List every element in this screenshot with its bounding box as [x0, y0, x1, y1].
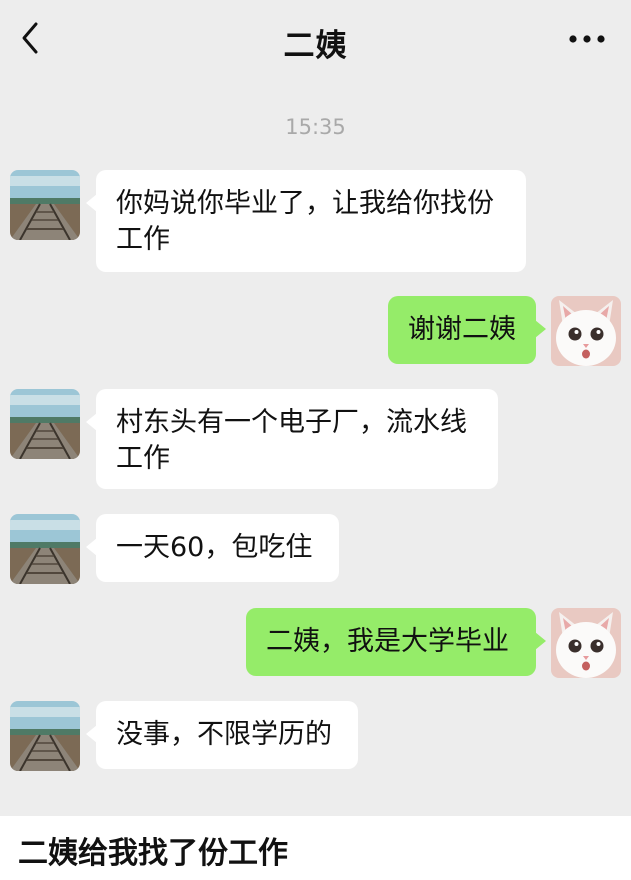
my-avatar[interactable]: [551, 608, 621, 678]
railway-landscape-avatar-image: [10, 701, 80, 771]
chat-header: 二姨: [0, 0, 631, 78]
aunt-avatar[interactable]: [10, 701, 80, 771]
white-cat-avatar-image: [551, 608, 621, 678]
incoming-message-bubble[interactable]: 一天60，包吃住: [86, 514, 339, 582]
caption-text: 二姨给我找了份工作: [18, 836, 288, 871]
outgoing-message-bubble[interactable]: 二姨，我是大学毕业: [246, 608, 546, 676]
white-cat-avatar-image: [551, 296, 621, 366]
my-avatar[interactable]: [551, 296, 621, 366]
more-options-button[interactable]: [565, 26, 609, 52]
message-timestamp: 15:35: [285, 115, 346, 139]
incoming-message-bubble[interactable]: 没事，不限学历的: [86, 701, 358, 769]
message-text: 你妈说你毕业了，让我给你找份工作: [116, 188, 494, 255]
aunt-avatar[interactable]: [10, 170, 80, 240]
message-text: 村东头有一个电子厂，流水线工作: [116, 407, 467, 474]
caption-panel: 二姨给我找了份工作: [0, 816, 631, 880]
outgoing-message-bubble[interactable]: 谢谢二姨: [388, 296, 546, 364]
message-text: 谢谢二姨: [408, 314, 516, 345]
railway-landscape-avatar-image: [10, 514, 80, 584]
message-text: 一天60，包吃住: [116, 532, 313, 563]
railway-landscape-avatar-image: [10, 389, 80, 459]
railway-landscape-avatar-image: [10, 170, 80, 240]
chat-title: 二姨: [283, 28, 348, 64]
ellipsis-icon: [569, 35, 605, 43]
aunt-avatar[interactable]: [10, 514, 80, 584]
message-text: 二姨，我是大学毕业: [266, 626, 509, 657]
incoming-message-bubble[interactable]: 你妈说你毕业了，让我给你找份工作: [86, 170, 526, 272]
message-text: 没事，不限学历的: [116, 719, 332, 750]
incoming-message-bubble[interactable]: 村东头有一个电子厂，流水线工作: [86, 389, 498, 489]
aunt-avatar[interactable]: [10, 389, 80, 459]
